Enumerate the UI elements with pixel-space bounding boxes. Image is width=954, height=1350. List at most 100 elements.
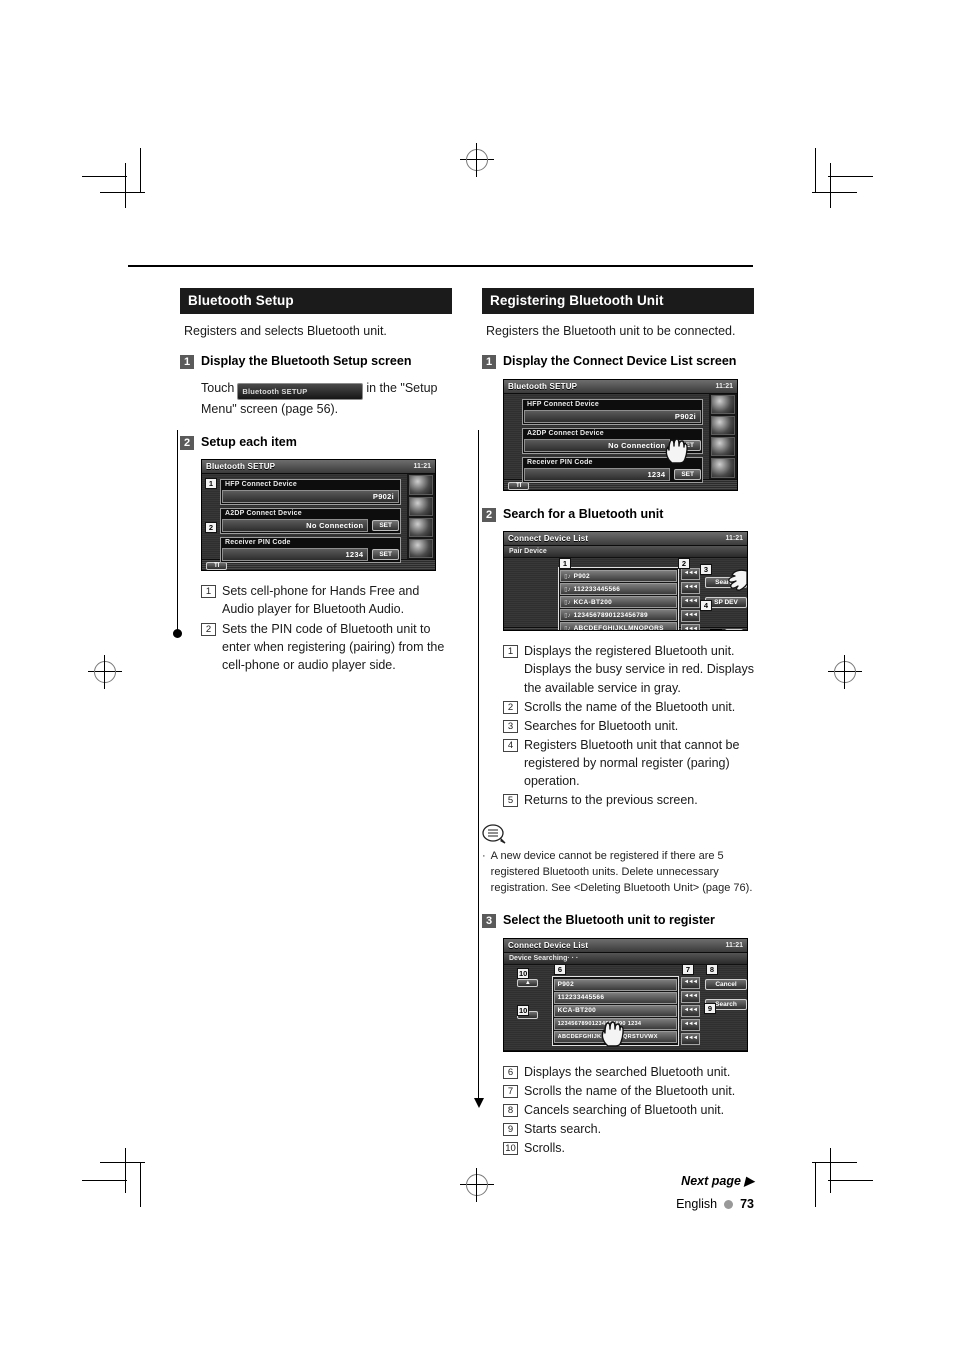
step-3-heading: 3 Select the Bluetooth unit to register — [482, 913, 754, 929]
list-item[interactable]: ▯♪ KCA-BT200 — [560, 596, 677, 609]
step-number: 2 — [482, 507, 496, 522]
source-icon-disc[interactable] — [711, 394, 735, 414]
scroll-name-button[interactable]: ◄◄◄ — [680, 1018, 700, 1031]
source-icon-disc[interactable] — [409, 475, 433, 495]
device-name: 112233445566 — [557, 994, 605, 1002]
registration-mark-top — [460, 143, 494, 177]
callout-3: 3 — [700, 564, 712, 576]
scroll-name-button[interactable]: ◄◄◄ — [680, 624, 700, 631]
crop-mark-bottom-right-h2 — [828, 1180, 873, 1181]
reference-text: Sets the PIN code of Bluetooth unit to e… — [222, 621, 445, 672]
ti-button[interactable]: TI — [508, 630, 529, 631]
list-item[interactable]: ▯♪ ABCDEFGHIJKLMNOPQRS — [560, 622, 677, 631]
screen-title: Bluetooth SETUP — [508, 381, 578, 391]
device-icon: ▯♪ — [564, 573, 571, 580]
setting-row[interactable]: HFP Connect Device P902i — [220, 479, 401, 506]
setting-value-field[interactable]: P902i — [222, 490, 399, 504]
device-name: P902 — [573, 572, 590, 580]
pointing-hand-cursor — [665, 437, 688, 464]
crop-mark-bottom-right-v2 — [830, 1148, 831, 1193]
reference-item: 7 Scrolls the name of the Bluetooth unit… — [503, 1082, 754, 1100]
reference-text: Starts search. — [524, 1122, 602, 1137]
scroll-name-button[interactable]: ◄◄◄ — [680, 976, 700, 989]
cancel-button[interactable]: Cancel — [705, 978, 747, 990]
screen-clock: 11:21 — [715, 382, 733, 390]
list-item[interactable]: ▯♪ 112233445566 — [560, 583, 677, 596]
reference-number: 1 — [503, 645, 518, 659]
screen-subtitle: Pair Device — [504, 546, 747, 559]
crop-mark-bottom-right-v — [815, 1162, 816, 1207]
scroll-name-button[interactable]: ◄◄◄ — [680, 990, 700, 1003]
section-title-registering-bluetooth-unit: Registering Bluetooth Unit — [482, 288, 754, 314]
source-icon-tuner[interactable] — [711, 437, 735, 457]
reference-number: 6 — [503, 1065, 518, 1079]
screen-titlebar: Connect Device List 11:21 — [504, 532, 747, 547]
setting-label: A2DP Connect Device — [225, 510, 302, 518]
ti-button[interactable]: TI — [206, 562, 228, 571]
crop-mark-top-left-h — [100, 192, 145, 193]
screen-body: ▲ ▼ P902 112233445566 KCA-BT200 12345678… — [504, 963, 747, 1050]
step-title: Select the Bluetooth unit to register — [503, 913, 715, 928]
device-name: 1234567890123456789 — [573, 611, 648, 619]
scroll-name-button[interactable]: ◄◄◄ — [680, 596, 700, 609]
setting-value-field[interactable]: P902i — [524, 409, 701, 423]
list-item[interactable]: ▯♪ P902 — [560, 570, 677, 583]
setting-row[interactable]: A2DP Connect Device No Connection SET — [220, 508, 401, 535]
page-footer: English 73 — [482, 1197, 754, 1211]
source-icon-usb[interactable] — [711, 415, 735, 436]
setting-row[interactable]: HFP Connect Device P902i — [522, 398, 703, 425]
crop-mark-top-left-v — [140, 148, 141, 193]
setting-value: No Connection — [306, 521, 364, 531]
reference-item: 2 Scrolls the name of the Bluetooth unit… — [503, 698, 754, 716]
set-button[interactable]: SET — [674, 468, 701, 480]
setting-value: No Connection — [608, 440, 666, 450]
source-icon-tuner[interactable] — [409, 517, 433, 537]
screen-body: HFP Connect Device P902i A2DP Connect De… — [202, 474, 435, 564]
note-speech-bubble-icon — [482, 823, 508, 845]
reference-text: Sets cell-phone for Hands Free and Audio… — [222, 584, 420, 617]
reference-text: Displays the searched Bluetooth unit. — [524, 1064, 731, 1079]
device-icon: ▯♪ — [564, 586, 571, 593]
step3-reference-list: 6 Displays the searched Bluetooth unit. … — [503, 1063, 754, 1158]
list-item[interactable]: KCA-BT200 — [553, 1004, 677, 1017]
list-item[interactable]: 112233445566 — [553, 991, 677, 1004]
ti-button[interactable]: TI — [508, 481, 530, 490]
top-rule — [128, 265, 753, 267]
set-button[interactable]: SET — [372, 520, 399, 532]
reference-number: 8 — [503, 1104, 518, 1118]
connect-device-list-screen-searching: Connect Device List 11:21 Device Searchi… — [503, 937, 748, 1052]
crop-mark-top-right-h2 — [828, 176, 873, 177]
inline-bluetooth-setup-button[interactable]: Bluetooth SETUP — [237, 382, 364, 400]
return-button[interactable]: ⏎ — [725, 629, 743, 631]
section-intro: Registers and selects Bluetooth unit. — [184, 324, 387, 338]
setting-value-field[interactable]: No Connection — [222, 519, 369, 533]
scroll-name-button[interactable]: ◄◄◄ — [680, 568, 700, 581]
screen-body: ▯♪ P902 ▯♪ 112233445566 ▯♪ KCA-BT200 ▯♪ 1234… — [504, 558, 747, 631]
source-icon-usb[interactable] — [409, 496, 433, 516]
paired-device-list: ▯♪ P902 ▯♪ 112233445566 ▯♪ KCA-BT200 ▯♪ 1234… — [558, 567, 679, 631]
scroll-name-button[interactable]: ◄◄◄ — [680, 582, 700, 595]
setting-value-field[interactable]: No Connection — [524, 438, 671, 452]
source-icon-av[interactable] — [409, 539, 433, 559]
section-title-bluetooth-setup: Bluetooth Setup — [180, 288, 452, 314]
setting-value-field[interactable]: 1234 — [222, 548, 369, 562]
scroll-name-button[interactable]: ◄◄◄ — [680, 1004, 700, 1017]
next-page-link[interactable]: Next page ▶ — [482, 1173, 754, 1188]
reference-number: 3 — [503, 719, 518, 733]
scroll-up-button[interactable]: ▲ — [517, 978, 539, 987]
list-item[interactable]: P902 — [553, 978, 677, 991]
set-button[interactable]: SET — [372, 549, 399, 561]
scroll-name-button[interactable]: ◄◄◄ — [680, 610, 700, 623]
reference-number: 4 — [503, 738, 518, 752]
screen-title: Bluetooth SETUP — [206, 462, 276, 472]
setting-value-field[interactable]: 1234 — [524, 467, 671, 481]
step-1-heading: 1 Display the Bluetooth Setup screen — [180, 354, 452, 370]
source-icon-av[interactable] — [711, 458, 735, 478]
reference-item: 9 Starts search. — [503, 1120, 754, 1138]
setting-row[interactable]: Receiver PIN Code 1234 SET — [220, 537, 401, 564]
device-name: KCA-BT200 — [573, 598, 613, 606]
connect-device-list-screen-pair: Connect Device List 11:21 Pair Device ▯♪… — [503, 531, 748, 632]
list-item[interactable]: ▯♪ 1234567890123456789 — [560, 609, 677, 622]
scroll-name-button[interactable]: ◄◄◄ — [680, 1032, 700, 1045]
reference-text: Cancels searching of Bluetooth unit. — [524, 1103, 725, 1118]
